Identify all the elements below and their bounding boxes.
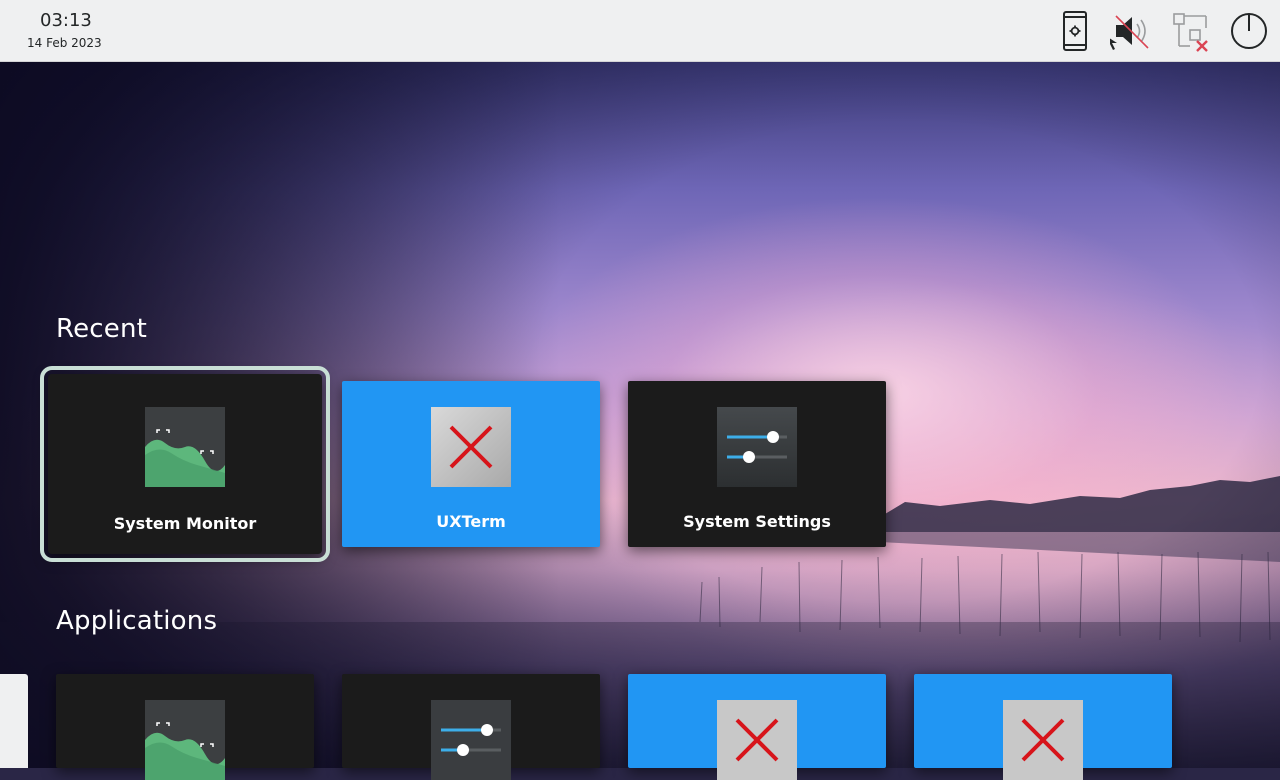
system-settings-icon — [717, 407, 797, 487]
app-tile-system-monitor[interactable] — [56, 674, 314, 780]
phone-settings-icon[interactable] — [1054, 10, 1096, 52]
app-tile-system-settings[interactable] — [342, 674, 600, 780]
app-tile-missing-app-2[interactable] — [914, 674, 1172, 780]
recent-tile-system-settings[interactable]: System Settings — [628, 381, 886, 547]
power-icon[interactable] — [1228, 10, 1270, 52]
tile-label: UXTerm — [436, 512, 506, 531]
tile-label: System Monitor — [113, 514, 257, 533]
app-tile-missing-app-1[interactable] — [628, 674, 886, 780]
top-panel: 03:13 14 Feb 2023 — [0, 0, 1280, 62]
clock-time: 03:13 — [40, 10, 92, 31]
recent-heading: Recent — [56, 314, 148, 344]
clock-date: 14 Feb 2023 — [27, 36, 102, 50]
system-monitor-icon — [145, 407, 225, 487]
missing-app-icon — [717, 700, 797, 780]
network-disconnected-icon[interactable] — [1170, 10, 1212, 52]
speaker-muted-icon[interactable] — [1110, 10, 1152, 52]
missing-app-icon — [1003, 700, 1083, 780]
system-monitor-icon — [145, 700, 225, 780]
system-settings-icon — [431, 700, 511, 780]
recent-tile-system-monitor[interactable]: System Monitor — [40, 366, 330, 562]
tile-label: System Settings — [683, 512, 831, 531]
side-panel-tab[interactable] — [0, 674, 28, 768]
missing-app-icon — [431, 407, 511, 487]
recent-tile-uxterm[interactable]: UXTerm — [342, 381, 600, 547]
applications-heading: Applications — [56, 606, 218, 636]
